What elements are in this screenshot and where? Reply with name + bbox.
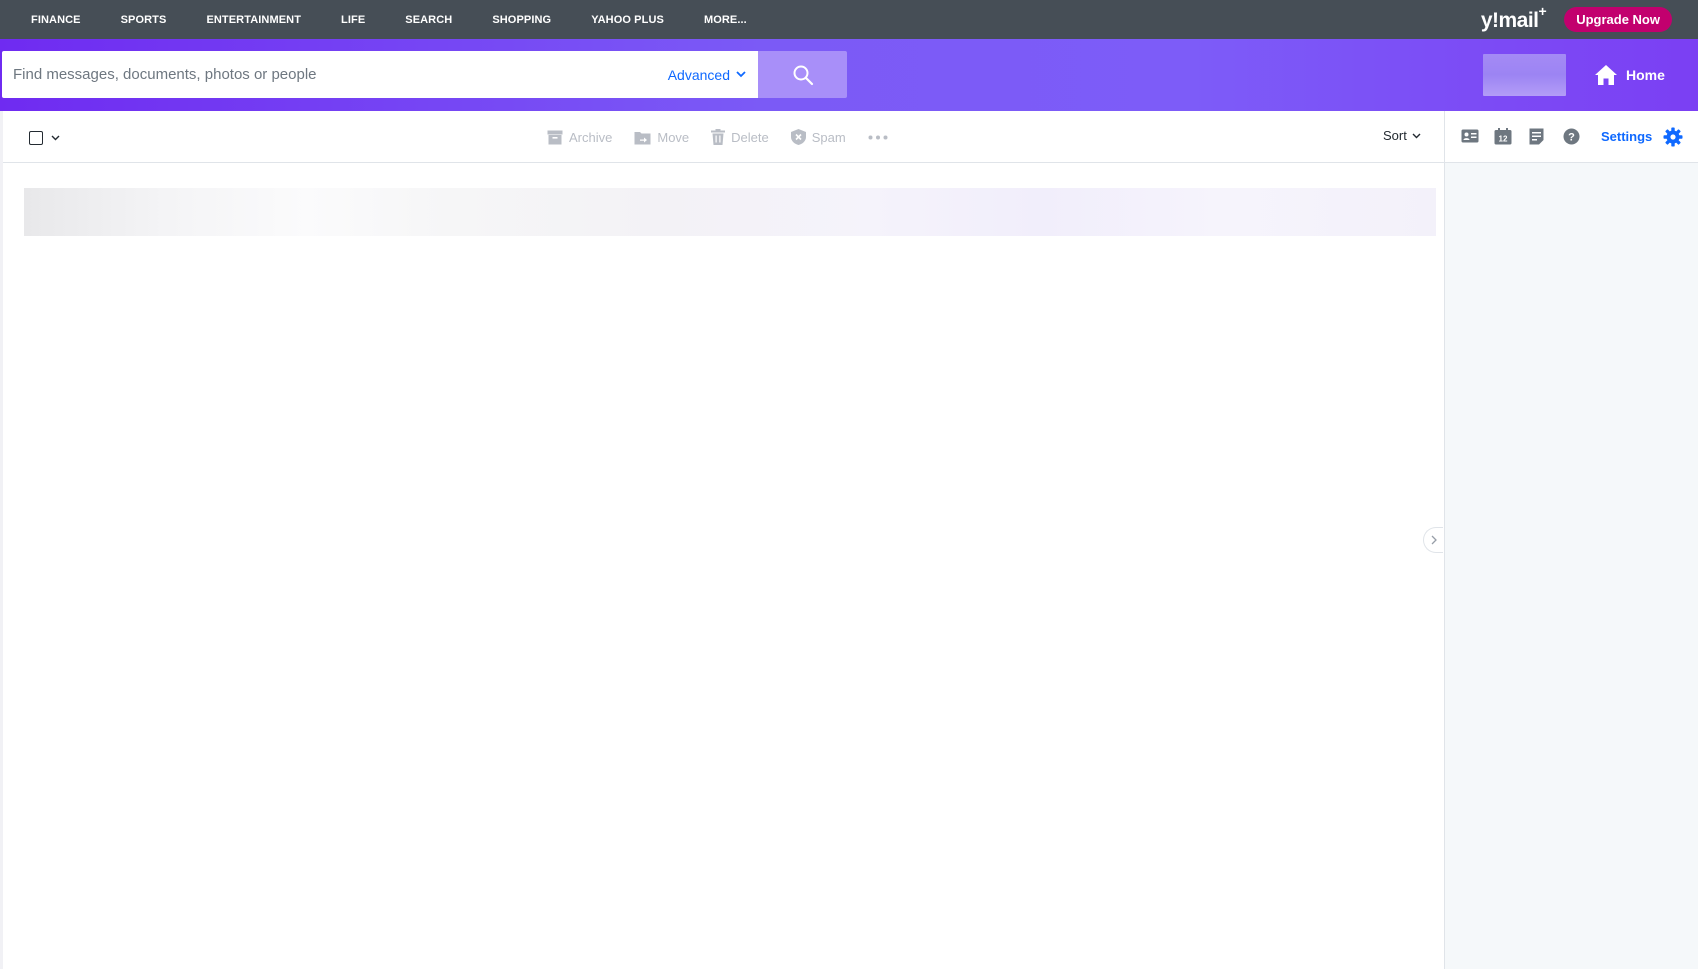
search-box: Advanced <box>2 51 758 98</box>
chevron-down-icon <box>736 71 746 78</box>
delete-button[interactable]: Delete <box>711 129 769 145</box>
collapse-panel-handle[interactable] <box>1423 527 1443 553</box>
move-button[interactable]: Move <box>634 130 689 145</box>
home-link[interactable]: Home <box>1594 59 1665 91</box>
select-all-checkbox[interactable] <box>29 131 43 145</box>
message-actions: Archive Move Delete Spam <box>547 126 916 148</box>
advanced-search-toggle[interactable]: Advanced <box>668 67 746 83</box>
right-panel-toolbar: 12 ? Settings <box>1445 111 1698 163</box>
account-avatar[interactable] <box>1483 54 1566 96</box>
home-icon <box>1595 65 1617 85</box>
search-icon <box>793 65 813 85</box>
chevron-down-icon <box>1412 133 1421 138</box>
archive-icon <box>547 130 563 144</box>
calendar-icon[interactable]: 12 <box>1494 128 1512 150</box>
trash-icon <box>711 129 726 145</box>
spam-label: Spam <box>811 129 846 145</box>
notepad-icon[interactable] <box>1529 128 1544 150</box>
nav-link-entertainment[interactable]: ENTERTAINMENT <box>206 14 301 26</box>
message-toolbar: Archive Move Delete Spam Sort <box>3 111 1445 163</box>
brand-plus: + <box>1538 3 1547 19</box>
nav-link-search[interactable]: SEARCH <box>405 14 452 26</box>
advanced-label: Advanced <box>667 66 730 83</box>
mail-header: Advanced Home <box>0 39 1698 111</box>
gear-icon[interactable] <box>1663 127 1683 152</box>
nav-link-finance[interactable]: FINANCE <box>31 14 81 26</box>
right-panel: 12 ? Settings <box>1445 111 1698 969</box>
spam-button[interactable]: Spam <box>790 129 846 145</box>
brand-text: y!mail <box>1480 9 1539 32</box>
more-dots-icon <box>868 135 888 139</box>
loading-placeholder <box>24 188 1436 236</box>
calendar-day: 12 <box>1499 135 1508 144</box>
top-nav-links: FINANCE SPORTS ENTERTAINMENT LIFE SEARCH… <box>0 0 787 39</box>
delete-label: Delete <box>731 129 769 145</box>
archive-label: Archive <box>569 129 613 145</box>
nav-link-sports[interactable]: SPORTS <box>121 14 167 26</box>
search-input[interactable] <box>2 51 668 98</box>
help-icon[interactable]: ? <box>1563 128 1580 150</box>
archive-button[interactable]: Archive <box>547 130 612 145</box>
upgrade-now-button[interactable]: Upgrade Now <box>1564 7 1672 32</box>
shield-icon <box>790 129 806 145</box>
top-nav-bar: FINANCE SPORTS ENTERTAINMENT LIFE SEARCH… <box>0 0 1698 39</box>
contacts-icon[interactable] <box>1461 128 1479 149</box>
svg-text:?: ? <box>1568 132 1575 144</box>
home-label: Home <box>1626 67 1665 83</box>
chevron-down-icon[interactable] <box>51 135 60 141</box>
yahoo-mail-plus-logo[interactable]: y!mail+ <box>1480 3 1547 33</box>
nav-link-more[interactable]: MORE... <box>704 14 747 26</box>
top-nav-right: y!mail+ Upgrade Now <box>1481 0 1672 39</box>
move-folder-icon <box>634 131 651 144</box>
move-label: Move <box>657 129 690 145</box>
chevron-right-icon <box>1431 535 1437 545</box>
sort-label: Sort <box>1383 128 1407 143</box>
nav-link-shopping[interactable]: SHOPPING <box>492 14 551 26</box>
nav-link-life[interactable]: LIFE <box>341 14 365 26</box>
search-button[interactable] <box>758 51 847 98</box>
left-edge <box>0 111 3 969</box>
more-actions-button[interactable] <box>868 135 894 140</box>
settings-link[interactable]: Settings <box>1601 129 1652 144</box>
nav-link-yahoo-plus[interactable]: YAHOO PLUS <box>591 14 664 26</box>
sort-button[interactable]: Sort <box>1383 128 1421 143</box>
select-all-control[interactable] <box>29 131 60 145</box>
